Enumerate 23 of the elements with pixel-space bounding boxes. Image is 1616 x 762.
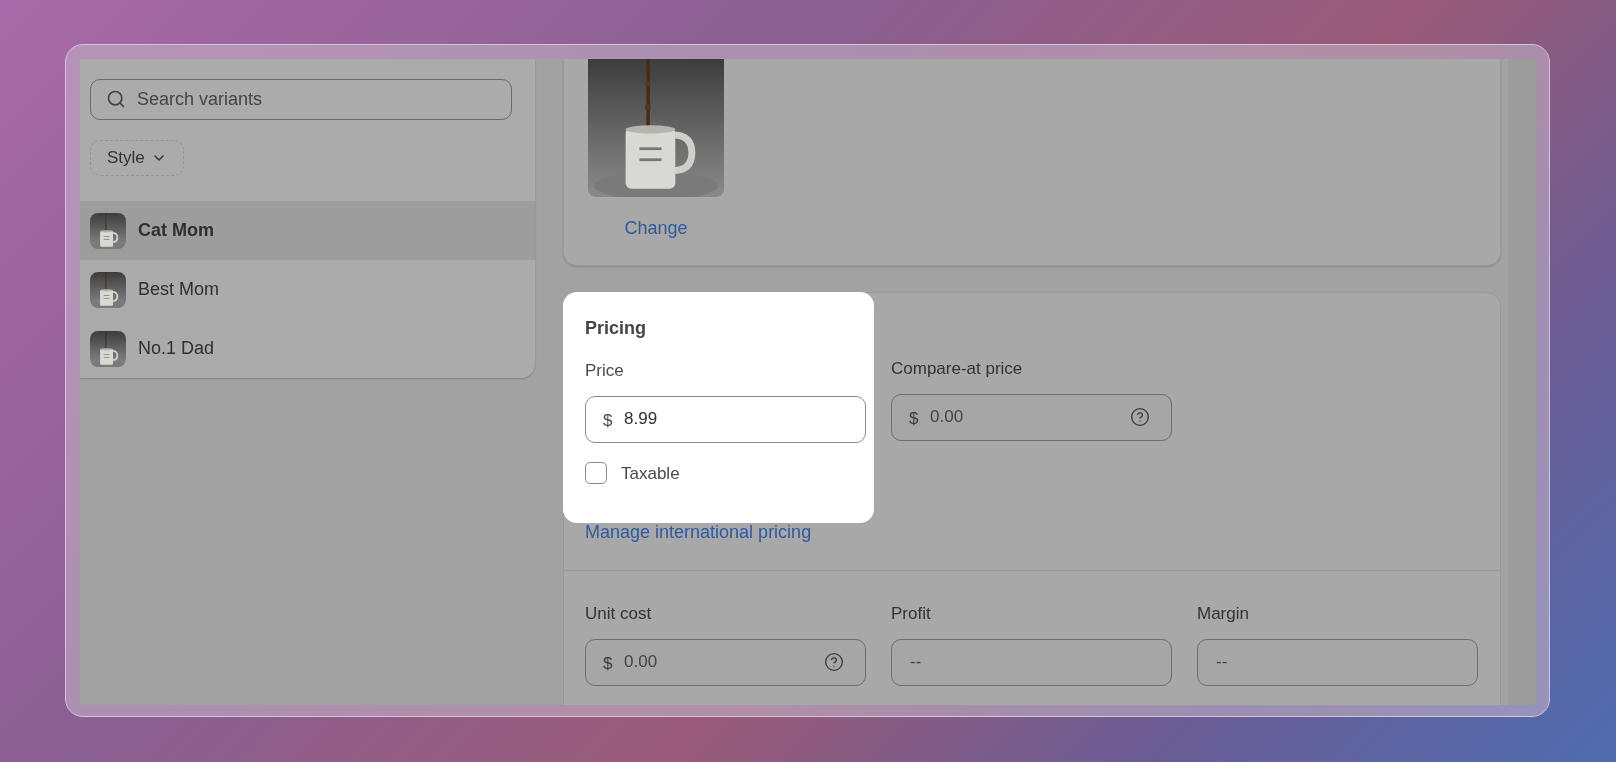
help-icon[interactable] bbox=[824, 651, 844, 672]
taxable-checkbox[interactable] bbox=[585, 462, 607, 485]
margin-field[interactable]: -- bbox=[1197, 638, 1478, 686]
variant-item[interactable]: No.1 Dad bbox=[80, 319, 535, 378]
currency-symbol: $ bbox=[909, 407, 919, 430]
field-label: Margin bbox=[1197, 603, 1250, 625]
section-title: Pricing bbox=[585, 317, 647, 340]
variant-item[interactable]: Cat Mom bbox=[80, 201, 535, 260]
field-label: Unit cost bbox=[585, 603, 653, 625]
checkbox-label: Taxable bbox=[621, 462, 680, 485]
change-link[interactable]: Change bbox=[588, 215, 724, 242]
field-label: Price bbox=[585, 360, 625, 382]
field-label: Compare-at price bbox=[891, 358, 1024, 380]
currency-symbol: $ bbox=[603, 652, 613, 675]
international-pricing-link[interactable]: Manage international pricing bbox=[585, 519, 812, 546]
search-icon bbox=[106, 89, 126, 109]
currency-symbol: $ bbox=[603, 409, 613, 432]
help-icon[interactable] bbox=[1130, 406, 1150, 427]
profit-field[interactable]: -- bbox=[891, 638, 1172, 686]
style-filter[interactable]: Style bbox=[90, 140, 184, 176]
field-label: Profit bbox=[891, 603, 932, 625]
search-field[interactable]: Search variants bbox=[90, 79, 512, 120]
variant-item[interactable]: Best Mom bbox=[80, 260, 535, 319]
